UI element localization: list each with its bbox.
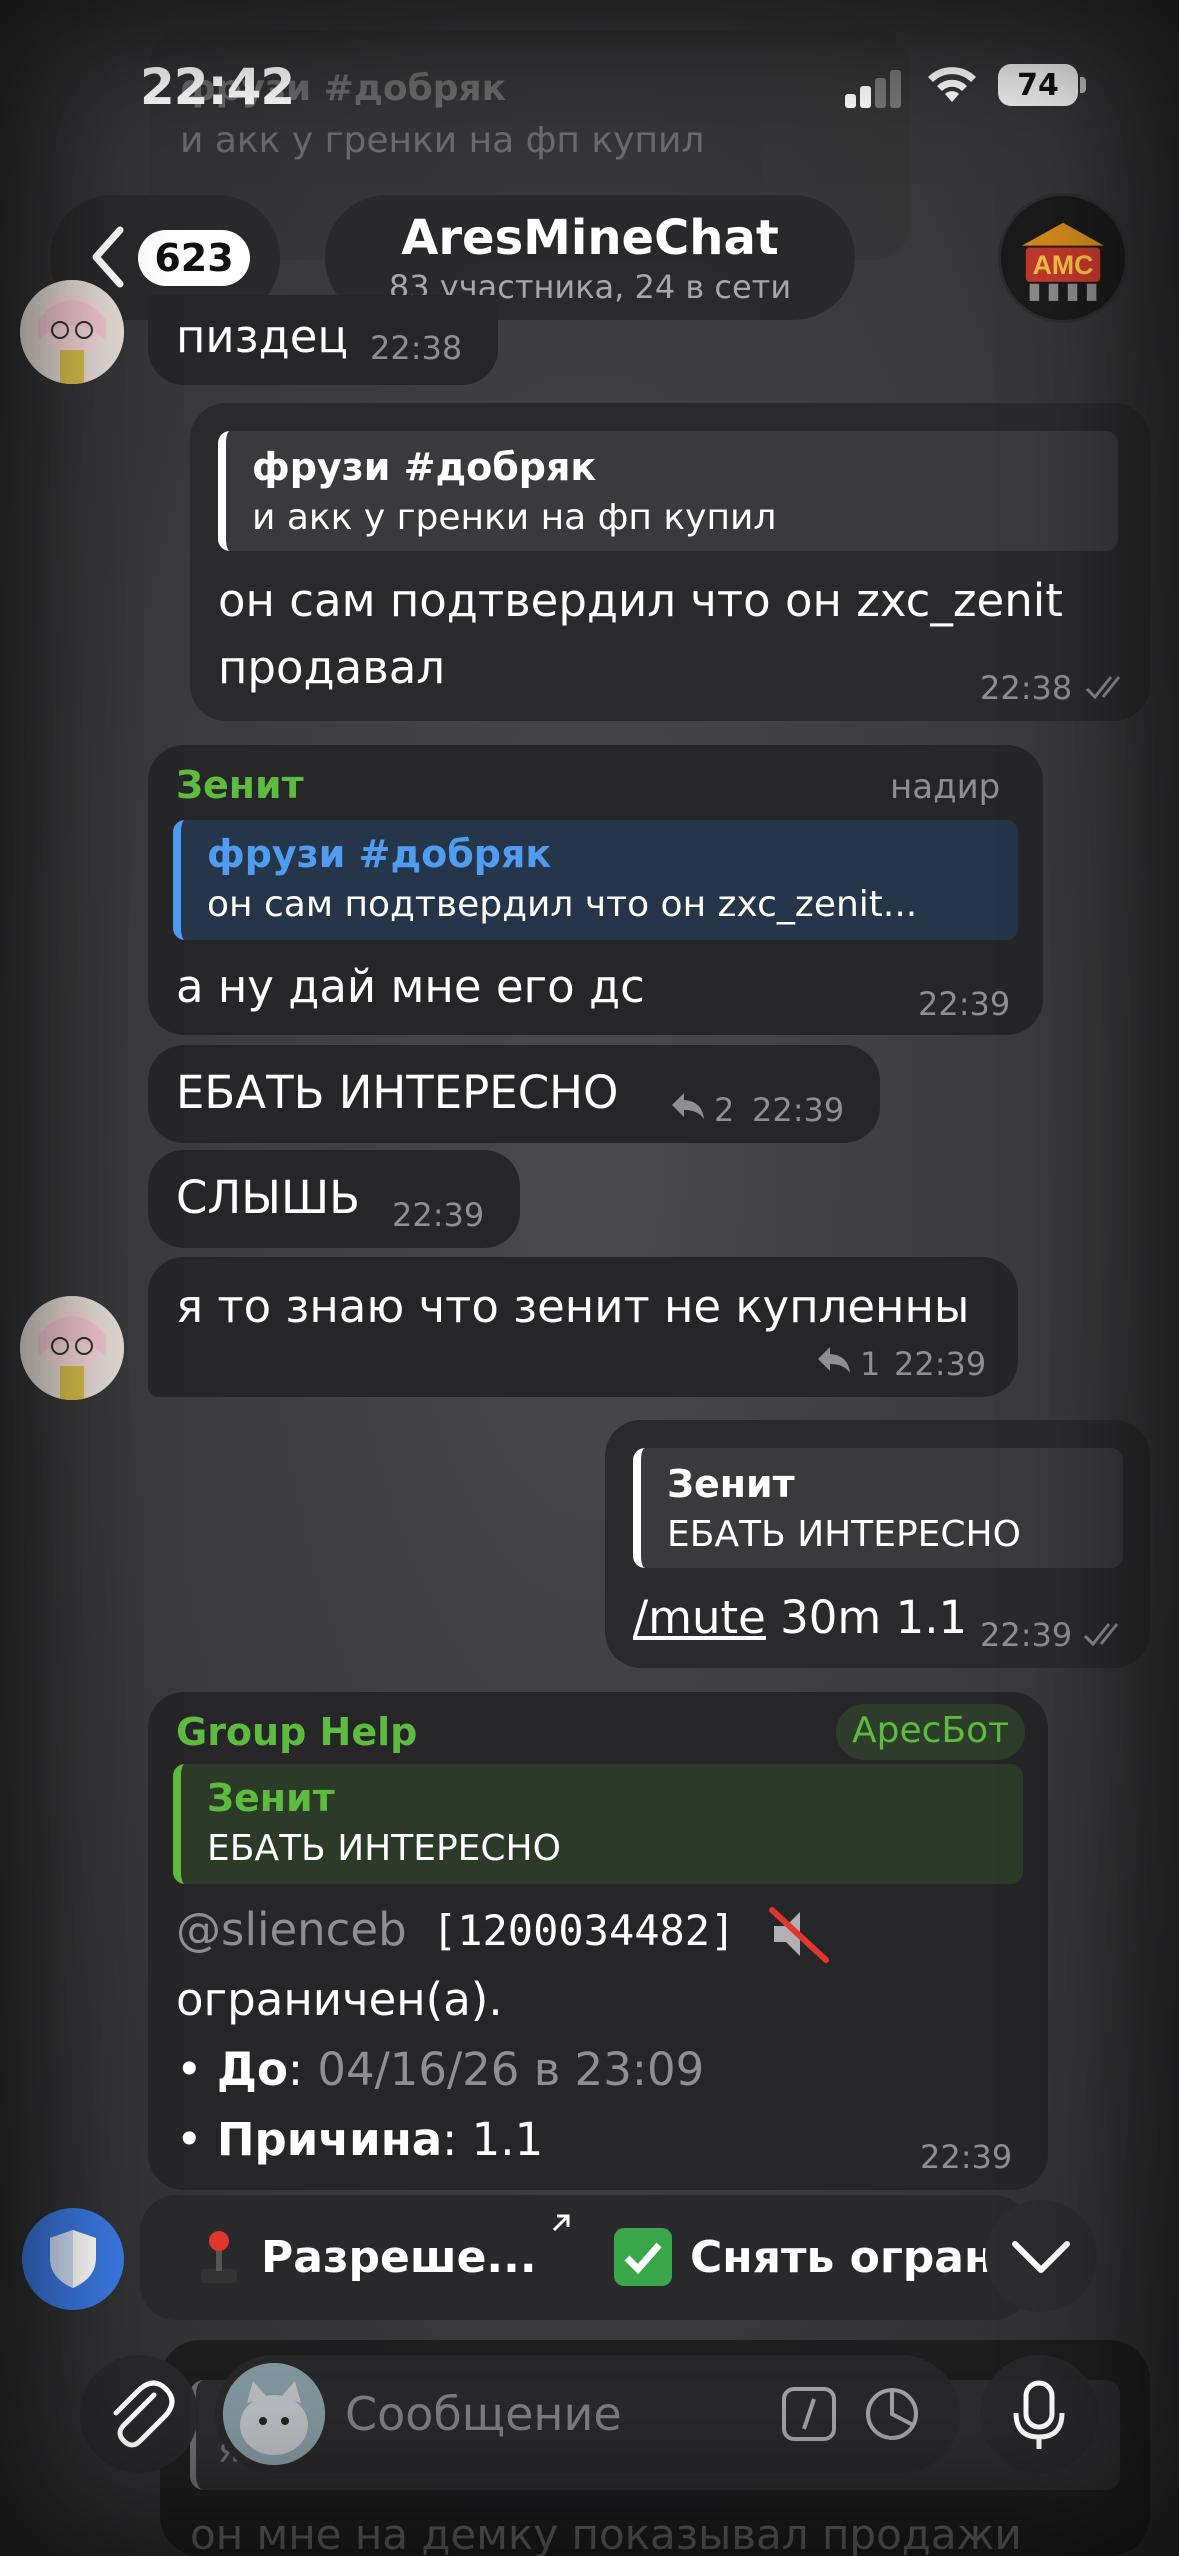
- sender-name[interactable]: Group Help: [176, 1710, 417, 1754]
- battery-indicator: 74: [998, 64, 1078, 106]
- inline-button-label: Разреше...: [261, 2231, 537, 2283]
- inline-button-unrestrict[interactable]: Снять огран: [614, 2222, 994, 2292]
- cellular-signal-icon: [845, 70, 903, 108]
- reply-quote[interactable]: Зенит ЕБАТЬ ИНТЕРЕСНО: [173, 1764, 1023, 1884]
- microphone-button[interactable]: [980, 2355, 1098, 2473]
- reply-quote[interactable]: Зенит ЕБАТЬ ИНТЕРЕСНО: [633, 1448, 1123, 1568]
- reply-quote[interactable]: фрузи #добряк и акк у гренки на фп купил: [218, 431, 1118, 551]
- quote-author: фрузи #добряк: [207, 832, 552, 876]
- message-time: 22:38: [370, 329, 463, 367]
- sender-avatar[interactable]: [223, 2363, 325, 2465]
- quote-text: ЕБАТЬ ИНТЕРЕСНО: [207, 1828, 561, 1869]
- message-bubble-outgoing[interactable]: фрузи #добряк и акк у гренки на фп купил…: [190, 403, 1150, 721]
- user-mention[interactable]: @slienceb: [176, 1903, 407, 1956]
- status-time: 22:42: [140, 58, 295, 116]
- commands-icon[interactable]: [780, 2385, 838, 2443]
- message-bubble[interactable]: я то знаю что зенит не купленны 1 22:39: [148, 1257, 1018, 1397]
- message-bubble[interactable]: ЕБАТЬ ИНТЕРЕСНО 2 22:39: [148, 1045, 880, 1143]
- quote-author: Зенит: [667, 1462, 795, 1506]
- command-link[interactable]: /mute: [633, 1591, 766, 1644]
- chevron-left-icon[interactable]: [88, 222, 128, 292]
- battery-tip: [1080, 77, 1086, 93]
- cat-avatar-icon: [223, 2363, 325, 2465]
- quote-text: ЕБАТЬ ИНТЕРЕСНО: [667, 1514, 1021, 1555]
- reply-quote[interactable]: фрузи #добряк он сам подтвердил что он z…: [173, 820, 1018, 940]
- sticker-icon[interactable]: [863, 2385, 921, 2443]
- double-check-icon: [1085, 676, 1121, 700]
- double-check-icon: [1083, 1623, 1119, 1647]
- message-bubble[interactable]: пиздец 22:38: [148, 295, 498, 385]
- message-text: а ну дай мне его дс: [176, 960, 645, 1013]
- bot-text-line1: @slienceb [1200034482]: [176, 1900, 735, 1961]
- reply-count: 2: [714, 1091, 735, 1129]
- message-text: пиздец: [176, 310, 349, 363]
- joystick-icon: [201, 2231, 237, 2283]
- reason-value: 1.1: [457, 2113, 544, 2166]
- user-id: [1200034482]: [406, 1906, 736, 1955]
- chat-avatar[interactable]: AMC: [998, 193, 1128, 323]
- collapse-keyboard-button[interactable]: [985, 2200, 1097, 2312]
- external-arrow-icon: [552, 2214, 570, 2232]
- inline-button-label: Снять огран: [690, 2231, 995, 2283]
- message-input[interactable]: Сообщение: [215, 2355, 960, 2473]
- message-time: 22:39: [894, 1345, 987, 1383]
- reply-count: 1: [860, 1345, 881, 1383]
- paperclip-icon: [113, 2380, 175, 2448]
- message-time: 22:39: [918, 985, 1011, 1023]
- message-bubble-bot[interactable]: Group Help АресБот Зенит ЕБАТЬ ИНТЕРЕСНО…: [148, 1692, 1048, 2190]
- chat-title: AresMineChat: [401, 210, 779, 266]
- amc-logo-icon: AMC: [1001, 196, 1125, 320]
- bot-text-line2: ограничен(а).: [176, 1973, 503, 2026]
- message-text: СЛЫШЬ: [176, 1171, 360, 1224]
- message-time: 22:39: [920, 2138, 1013, 2176]
- message-text: ЕБАТЬ ИНТЕРЕСНО: [176, 1066, 619, 1119]
- ghost-text: он мне на демку показывал продажи: [190, 2510, 1022, 2556]
- attach-button[interactable]: [80, 2355, 198, 2473]
- unread-count-badge: 623: [138, 230, 250, 286]
- reply-arrow-icon: [672, 1093, 704, 1119]
- anime-avatar-icon: [20, 280, 124, 384]
- bot-reason-line: • Причина: 1.1: [176, 2113, 544, 2166]
- inline-button-allow[interactable]: Разреше...: [195, 2222, 537, 2292]
- muted-speaker-icon: [769, 1907, 829, 1963]
- message-text-line1: он сам подтвердил что он zxc_zenit: [218, 574, 1063, 627]
- message-bubble[interactable]: Зенит надир фрузи #добряк он сам подтвер…: [148, 745, 1043, 1035]
- sender-tag: надир: [890, 767, 1001, 807]
- quote-text: и акк у гренки на фп купил: [252, 497, 777, 538]
- message-text: /mute 30m 1.1: [633, 1588, 967, 1648]
- until-value: 04/16/26 в 23:09: [317, 2043, 705, 2096]
- message-time: 22:39: [752, 1091, 845, 1129]
- sender-name[interactable]: Зенит: [176, 763, 304, 807]
- avatar-label: AMC: [1033, 250, 1094, 280]
- reason-label: Причина: [216, 2113, 443, 2166]
- message-bubble[interactable]: СЛЫШЬ 22:39: [148, 1150, 520, 1248]
- input-placeholder: Сообщение: [345, 2387, 622, 2441]
- quote-author: фрузи #добряк: [252, 445, 597, 489]
- message-bubble-outgoing[interactable]: Зенит ЕБАТЬ ИНТЕРЕСНО /mute 30m 1.1 22:3…: [605, 1420, 1150, 1668]
- chevron-down-icon: [1012, 2241, 1070, 2273]
- message-text-line2: продавал: [218, 641, 446, 694]
- quote-author: Зенит: [207, 1776, 335, 1820]
- reply-arrow-icon: [818, 1347, 850, 1373]
- ghost-quote-text: и акк у гренки на фп купил: [180, 120, 705, 161]
- bot-avatar[interactable]: [22, 2208, 124, 2310]
- quote-text: он сам подтвердил что он zxc_zenit...: [207, 884, 918, 925]
- bot-until-line: • До: 04/16/26 в 23:09: [176, 2043, 705, 2096]
- anime-avatar-icon: [20, 1296, 124, 1400]
- sender-tag: АресБот: [836, 1704, 1026, 1760]
- message-text: я то знаю что зенит не купленны: [176, 1280, 970, 1333]
- wifi-icon: [928, 67, 976, 102]
- message-time: 22:39: [980, 1616, 1073, 1654]
- avatar[interactable]: [20, 280, 124, 384]
- message-time: 22:39: [392, 1196, 485, 1234]
- shield-icon: [50, 2230, 96, 2288]
- command-args: 30m 1.1: [765, 1591, 968, 1644]
- until-label: До: [216, 2043, 288, 2096]
- avatar[interactable]: [20, 1296, 124, 1400]
- microphone-icon: [1013, 2380, 1065, 2449]
- checkmark-icon: [614, 2228, 672, 2286]
- message-time: 22:38: [980, 669, 1073, 707]
